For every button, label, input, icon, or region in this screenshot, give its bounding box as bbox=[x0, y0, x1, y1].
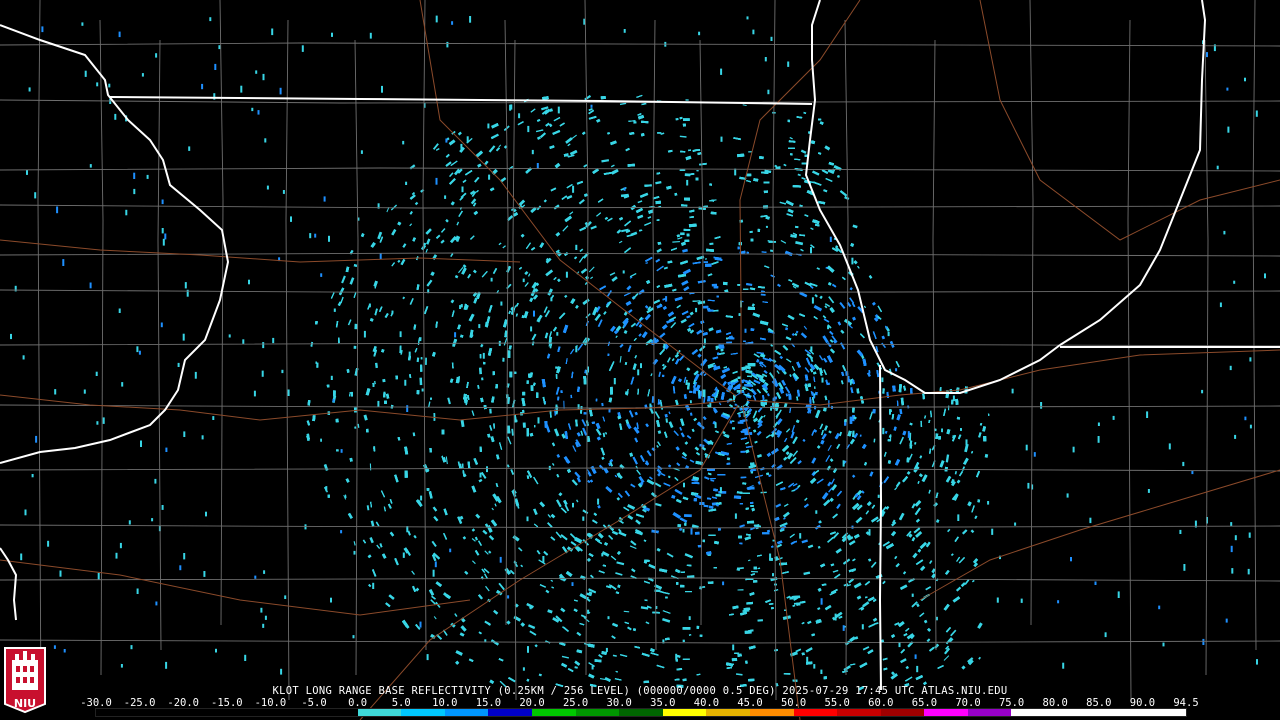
echo-pixel bbox=[941, 428, 943, 433]
echo-pixel bbox=[845, 370, 849, 376]
echo-pixel bbox=[749, 230, 753, 234]
echo-pixel bbox=[677, 523, 682, 528]
echo-pixel bbox=[680, 232, 685, 236]
echo-pixel bbox=[353, 345, 357, 349]
echo-pixel bbox=[694, 531, 700, 535]
echo-pixel bbox=[526, 380, 529, 385]
radar-map-viewer: NIU KLOT LONG RANGE BASE REFLECTIVITY (0… bbox=[0, 0, 1280, 720]
echo-pixel bbox=[481, 377, 484, 381]
echo-pixel bbox=[762, 532, 770, 535]
echo-pixel bbox=[382, 378, 386, 383]
echo-pixel bbox=[320, 438, 322, 442]
echo-pixel bbox=[682, 639, 685, 643]
echo-pixel bbox=[689, 400, 692, 404]
echo-pixel bbox=[948, 405, 950, 411]
map-background bbox=[0, 0, 1280, 720]
echo-pixel bbox=[715, 493, 722, 497]
radar-map bbox=[0, 0, 1280, 720]
echo-pixel bbox=[661, 374, 665, 378]
echo-pixel bbox=[522, 422, 526, 428]
echo-pixel bbox=[685, 99, 689, 101]
echo-pixel bbox=[765, 225, 768, 228]
echo-pixel bbox=[419, 377, 423, 386]
echo-pixel bbox=[709, 242, 714, 246]
echo-pixel bbox=[684, 514, 692, 518]
echo-pixel bbox=[718, 490, 727, 494]
echo-pixel bbox=[726, 341, 733, 344]
echo-pixel bbox=[489, 408, 492, 414]
echo-pixel bbox=[478, 367, 482, 375]
